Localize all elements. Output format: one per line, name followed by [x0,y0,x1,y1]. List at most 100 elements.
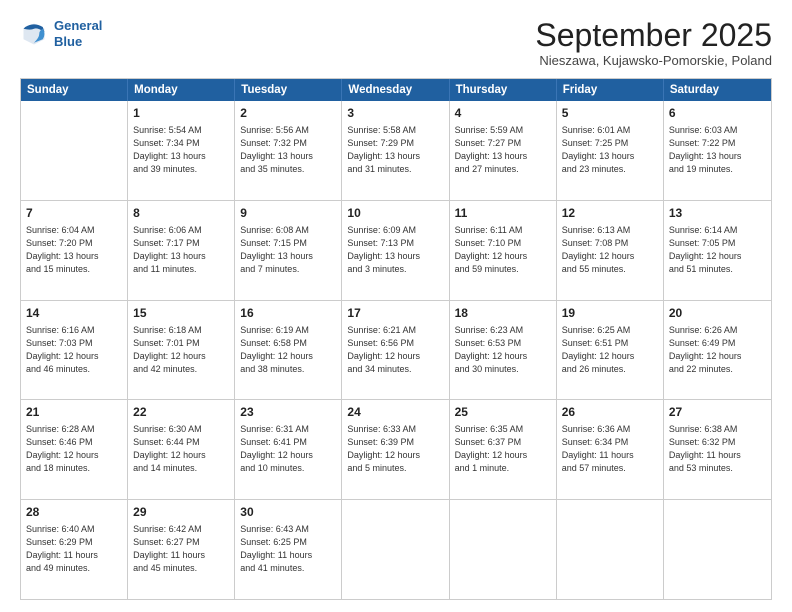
cell-info: Sunrise: 6:38 AM Sunset: 6:32 PM Dayligh… [669,423,766,475]
header-day: Wednesday [342,79,449,101]
calendar-row: 1 Sunrise: 5:54 AM Sunset: 7:34 PM Daylig… [21,101,771,200]
month-title: September 2025 [535,18,772,53]
day-number: 5 [562,105,658,122]
calendar-body: 1 Sunrise: 5:54 AM Sunset: 7:34 PM Daylig… [21,101,771,599]
calendar-cell: 29 Sunrise: 6:42 AM Sunset: 6:27 PM Dayli… [128,500,235,599]
calendar-cell: 6 Sunrise: 6:03 AM Sunset: 7:22 PM Daylig… [664,101,771,200]
day-number: 7 [26,205,122,222]
calendar-cell: 28Sunrise: 6:40 AM Sunset: 6:29 PM Dayli… [21,500,128,599]
calendar-cell: 3Sunrise: 5:58 AM Sunset: 7:29 PM Daylig… [342,101,449,200]
cell-info: Sunrise: 6:23 AM Sunset: 6:53 PM Dayligh… [455,324,551,376]
calendar-cell: 1 Sunrise: 5:54 AM Sunset: 7:34 PM Daylig… [128,101,235,200]
day-number: 1 [133,105,229,122]
day-number: 13 [669,205,766,222]
cell-info: Sunrise: 6:18 AM Sunset: 7:01 PM Dayligh… [133,324,229,376]
cell-info: Sunrise: 6:01 AM Sunset: 7:25 PM Dayligh… [562,124,658,176]
cell-info: Sunrise: 6:28 AM Sunset: 6:46 PM Dayligh… [26,423,122,475]
day-number: 24 [347,404,443,421]
cell-info: Sunrise: 6:25 AM Sunset: 6:51 PM Dayligh… [562,324,658,376]
calendar: SundayMondayTuesdayWednesdayThursdayFrid… [20,78,772,600]
calendar-cell: 10 Sunrise: 6:09 AM Sunset: 7:13 PM Dayli… [342,201,449,300]
calendar-cell: 5 Sunrise: 6:01 AM Sunset: 7:25 PM Daylig… [557,101,664,200]
calendar-cell [557,500,664,599]
day-number: 21 [26,404,122,421]
cell-info: Sunrise: 6:04 AM Sunset: 7:20 PM Dayligh… [26,224,122,276]
cell-info: Sunrise: 6:31 AM Sunset: 6:41 PM Dayligh… [240,423,336,475]
calendar-cell: 14 Sunrise: 6:16 AM Sunset: 7:03 PM Dayli… [21,301,128,400]
day-number: 30 [240,504,336,521]
calendar-cell: 8 Sunrise: 6:06 AM Sunset: 7:17 PM Daylig… [128,201,235,300]
calendar-cell: 21 Sunrise: 6:28 AM Sunset: 6:46 PM Dayli… [21,400,128,499]
day-number: 23 [240,404,336,421]
day-number: 4 [455,105,551,122]
day-number: 11 [455,205,551,222]
title-block: September 2025 Nieszawa, Kujawsko-Pomors… [535,18,772,68]
calendar-cell: 27Sunrise: 6:38 AM Sunset: 6:32 PM Dayli… [664,400,771,499]
day-number: 14 [26,305,122,322]
calendar-cell: 17 Sunrise: 6:21 AM Sunset: 6:56 PM Dayli… [342,301,449,400]
cell-info: Sunrise: 6:16 AM Sunset: 7:03 PM Dayligh… [26,324,122,376]
calendar-cell: 18Sunrise: 6:23 AM Sunset: 6:53 PM Dayli… [450,301,557,400]
day-number: 12 [562,205,658,222]
day-number: 26 [562,404,658,421]
day-number: 8 [133,205,229,222]
cell-info: Sunrise: 6:14 AM Sunset: 7:05 PM Dayligh… [669,224,766,276]
cell-info: Sunrise: 6:43 AM Sunset: 6:25 PM Dayligh… [240,523,336,575]
day-number: 2 [240,105,336,122]
cell-info: Sunrise: 6:09 AM Sunset: 7:13 PM Dayligh… [347,224,443,276]
header-day: Thursday [450,79,557,101]
day-number: 20 [669,305,766,322]
calendar-cell: 19 Sunrise: 6:25 AM Sunset: 6:51 PM Dayli… [557,301,664,400]
cell-info: Sunrise: 5:54 AM Sunset: 7:34 PM Dayligh… [133,124,229,176]
cell-info: Sunrise: 5:56 AM Sunset: 7:32 PM Dayligh… [240,124,336,176]
calendar-row: 14 Sunrise: 6:16 AM Sunset: 7:03 PM Dayli… [21,300,771,400]
cell-info: Sunrise: 6:42 AM Sunset: 6:27 PM Dayligh… [133,523,229,575]
subtitle: Nieszawa, Kujawsko-Pomorskie, Poland [535,53,772,68]
calendar-cell: 12 Sunrise: 6:13 AM Sunset: 7:08 PM Dayli… [557,201,664,300]
calendar-cell [664,500,771,599]
calendar-row: 21 Sunrise: 6:28 AM Sunset: 6:46 PM Dayli… [21,399,771,499]
day-number: 19 [562,305,658,322]
calendar-cell: 11 Sunrise: 6:11 AM Sunset: 7:10 PM Dayli… [450,201,557,300]
calendar-cell [450,500,557,599]
cell-info: Sunrise: 6:21 AM Sunset: 6:56 PM Dayligh… [347,324,443,376]
calendar-cell [342,500,449,599]
header-day: Monday [128,79,235,101]
header-day: Sunday [21,79,128,101]
cell-info: Sunrise: 5:59 AM Sunset: 7:27 PM Dayligh… [455,124,551,176]
header: General Blue September 2025 Nieszawa, Ku… [20,18,772,68]
day-number: 10 [347,205,443,222]
header-day: Friday [557,79,664,101]
calendar-cell: 26Sunrise: 6:36 AM Sunset: 6:34 PM Dayli… [557,400,664,499]
day-number: 29 [133,504,229,521]
cell-info: Sunrise: 6:35 AM Sunset: 6:37 PM Dayligh… [455,423,551,475]
cell-info: Sunrise: 6:13 AM Sunset: 7:08 PM Dayligh… [562,224,658,276]
logo-icon [20,20,48,48]
cell-info: Sunrise: 6:03 AM Sunset: 7:22 PM Dayligh… [669,124,766,176]
calendar-row: 7 Sunrise: 6:04 AM Sunset: 7:20 PM Daylig… [21,200,771,300]
calendar-cell: 2 Sunrise: 5:56 AM Sunset: 7:32 PM Daylig… [235,101,342,200]
logo-text: General Blue [54,18,102,49]
calendar-cell: 23 Sunrise: 6:31 AM Sunset: 6:41 PM Dayli… [235,400,342,499]
cell-info: Sunrise: 6:33 AM Sunset: 6:39 PM Dayligh… [347,423,443,475]
cell-info: Sunrise: 6:40 AM Sunset: 6:29 PM Dayligh… [26,523,122,575]
day-number: 16 [240,305,336,322]
calendar-cell: 13 Sunrise: 6:14 AM Sunset: 7:05 PM Dayli… [664,201,771,300]
day-number: 22 [133,404,229,421]
calendar-row: 28Sunrise: 6:40 AM Sunset: 6:29 PM Dayli… [21,499,771,599]
cell-info: Sunrise: 5:58 AM Sunset: 7:29 PM Dayligh… [347,124,443,176]
cell-info: Sunrise: 6:19 AM Sunset: 6:58 PM Dayligh… [240,324,336,376]
header-day: Tuesday [235,79,342,101]
cell-info: Sunrise: 6:11 AM Sunset: 7:10 PM Dayligh… [455,224,551,276]
cell-info: Sunrise: 6:06 AM Sunset: 7:17 PM Dayligh… [133,224,229,276]
calendar-cell: 25Sunrise: 6:35 AM Sunset: 6:37 PM Dayli… [450,400,557,499]
cell-info: Sunrise: 6:26 AM Sunset: 6:49 PM Dayligh… [669,324,766,376]
page: General Blue September 2025 Nieszawa, Ku… [0,0,792,612]
calendar-cell: 30 Sunrise: 6:43 AM Sunset: 6:25 PM Dayli… [235,500,342,599]
calendar-cell: 4 Sunrise: 5:59 AM Sunset: 7:27 PM Daylig… [450,101,557,200]
calendar-cell: 9Sunrise: 6:08 AM Sunset: 7:15 PM Daylig… [235,201,342,300]
day-number: 6 [669,105,766,122]
day-number: 9 [240,205,336,222]
day-number: 17 [347,305,443,322]
calendar-cell: 24 Sunrise: 6:33 AM Sunset: 6:39 PM Dayli… [342,400,449,499]
